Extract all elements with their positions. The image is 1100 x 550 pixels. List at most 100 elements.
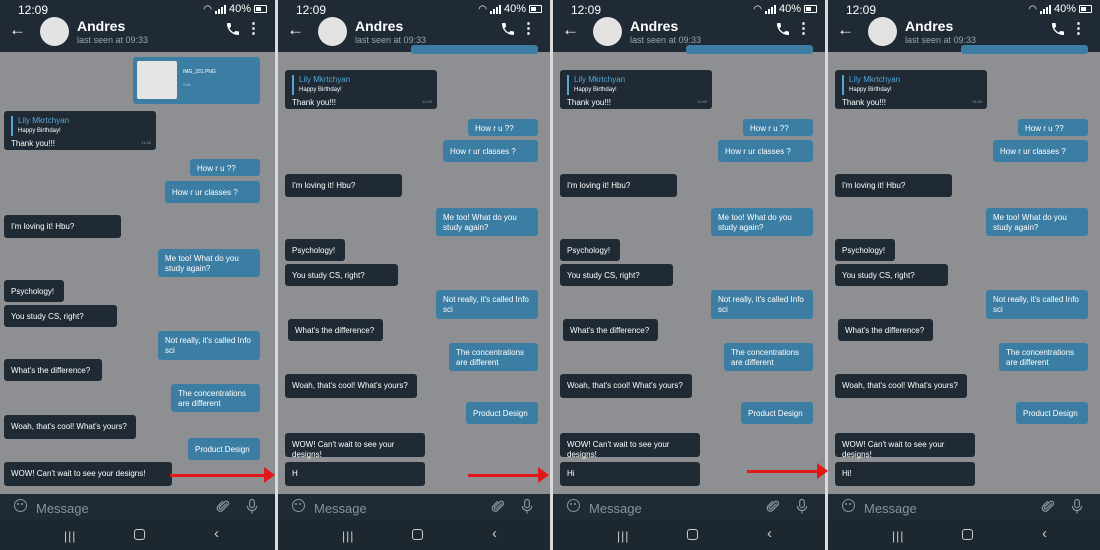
message-bubble[interactable]: Woah, that's cool! What's yours? [285,374,417,398]
back-arrow-icon[interactable]: ← [562,21,579,38]
more-options-icon[interactable]: ⋮ [796,19,811,37]
message-bubble[interactable]: Me too! What do you study again? [986,208,1088,236]
message-bubble[interactable]: Product Design [741,402,813,424]
reply-message[interactable]: Lily Mkrtchyan Happy Birthday! Thank you… [285,70,437,109]
home-icon[interactable] [412,529,423,540]
nav-back-icon[interactable]: ‹ [1042,525,1047,542]
message-bubble[interactable]: Woah, that's cool! What's yours? [4,415,136,439]
phone-call-icon[interactable] [1050,21,1066,37]
microphone-icon[interactable] [520,498,534,515]
home-icon[interactable] [962,529,973,540]
message-bubble[interactable]: The concentrations are different [449,343,538,371]
message-bubble[interactable]: The concentrations are different [171,384,260,412]
message-bubble[interactable]: WOW! Can't wait to see your designs! [285,433,425,459]
quoted-reply[interactable]: Lily Mkrtchyan Happy Birthday! [567,75,705,95]
contact-name[interactable]: Andres [355,18,403,34]
reply-message[interactable]: Lily Mkrtchyan Happy Birthday! Thank you… [835,70,987,109]
more-options-icon[interactable]: ⋮ [1071,19,1086,37]
emoji-icon[interactable] [567,499,580,512]
message-bubble[interactable]: The concentrations are different [999,343,1088,371]
more-options-icon[interactable]: ⋮ [246,19,261,37]
message-bubble[interactable]: You study CS, right? [4,305,117,327]
recent-apps-icon[interactable]: ||| [617,529,629,543]
quoted-reply[interactable]: Lily Mkrtchyan Happy Birthday! [11,116,149,136]
message-bubble[interactable]: How r ur classes ? [165,181,260,203]
nav-back-icon[interactable]: ‹ [492,525,497,542]
message-bubble[interactable]: WOW! Can't wait to see your designs! [560,433,700,459]
message-input[interactable]: Message [314,501,367,516]
contact-name[interactable]: Andres [905,18,953,34]
recent-apps-icon[interactable]: ||| [64,529,76,543]
message-bubble[interactable]: WOW! Can't wait to see your designs! [4,462,172,486]
message-bubble[interactable]: Psychology! [835,239,895,261]
image-message[interactable]: IMG_331.PNG 0.6b [133,57,260,104]
message-bubble[interactable]: Not really, it's called Info sci [986,290,1088,319]
microphone-icon[interactable] [245,498,259,515]
avatar[interactable] [868,17,897,46]
message-bubble[interactable]: What's the difference? [838,319,933,341]
quoted-reply[interactable]: Lily Mkrtchyan Happy Birthday! [842,75,980,95]
message-bubble[interactable]: What's the difference? [563,319,658,341]
message-bubble[interactable]: Woah, that's cool! What's yours? [560,374,692,398]
emoji-icon[interactable] [14,499,27,512]
paperclip-icon[interactable] [1041,499,1056,514]
message-bubble[interactable]: I'm loving it! Hbu? [285,174,402,197]
emoji-icon[interactable] [842,499,855,512]
message-bubble[interactable]: WOW! Can't wait to see your designs! [835,433,975,459]
new-message-bubble[interactable]: Hi! [835,462,975,486]
back-arrow-icon[interactable]: ← [287,21,304,38]
reply-message[interactable]: Lily Mkrtchyan Happy Birthday! Thank you… [560,70,712,109]
message-bubble[interactable]: How r ur classes ? [993,140,1088,162]
message-bubble[interactable]: Me too! What do you study again? [158,249,260,277]
message-bubble[interactable]: How r u ?? [743,119,813,136]
message-bubble[interactable]: Me too! What do you study again? [711,208,813,236]
phone-call-icon[interactable] [225,21,241,37]
message-bubble[interactable]: How r u ?? [468,119,538,136]
message-bubble[interactable]: Psychology! [560,239,620,261]
message-bubble[interactable]: How r ur classes ? [443,140,538,162]
recent-apps-icon[interactable]: ||| [342,529,354,543]
phone-call-icon[interactable] [775,21,791,37]
contact-name[interactable]: Andres [77,18,125,34]
microphone-icon[interactable] [795,498,809,515]
message-bubble[interactable]: I'm loving it! Hbu? [4,215,121,238]
message-bubble[interactable]: Psychology! [285,239,345,261]
message-bubble[interactable]: The concentrations are different [724,343,813,371]
message-bubble[interactable]: I'm loving it! Hbu? [560,174,677,197]
message-bubble[interactable]: You study CS, right? [835,264,948,286]
image-thumbnail[interactable] [137,61,177,99]
reply-message[interactable]: Lily Mkrtchyan Happy Birthday! Thank you… [4,111,156,150]
message-bubble[interactable]: What's the difference? [4,359,102,381]
message-bubble[interactable]: Not really, it's called Info sci [711,290,813,319]
message-bubble[interactable]: Product Design [1016,402,1088,424]
paperclip-icon[interactable] [491,499,506,514]
contact-name[interactable]: Andres [630,18,678,34]
new-message-bubble[interactable]: Hi [560,462,700,486]
avatar[interactable] [593,17,622,46]
image-message[interactable] [411,45,538,54]
message-bubble[interactable]: What's the difference? [288,319,383,341]
more-options-icon[interactable]: ⋮ [521,19,536,37]
back-arrow-icon[interactable]: ← [9,21,26,38]
message-bubble[interactable]: You study CS, right? [285,264,398,286]
paperclip-icon[interactable] [216,499,231,514]
avatar[interactable] [40,17,69,46]
message-input[interactable]: Message [589,501,642,516]
message-bubble[interactable]: Not really, it's called Info sci [158,331,260,360]
recent-apps-icon[interactable]: ||| [892,529,904,543]
message-bubble[interactable]: Product Design [466,402,538,424]
message-bubble[interactable]: Me too! What do you study again? [436,208,538,236]
image-message[interactable] [961,45,1088,54]
message-bubble[interactable]: You study CS, right? [560,264,673,286]
message-bubble[interactable]: I'm loving it! Hbu? [835,174,952,197]
message-bubble[interactable]: Woah, that's cool! What's yours? [835,374,967,398]
nav-back-icon[interactable]: ‹ [767,525,772,542]
paperclip-icon[interactable] [766,499,781,514]
message-bubble[interactable]: Psychology! [4,280,64,302]
new-message-bubble[interactable]: H [285,462,425,486]
home-icon[interactable] [687,529,698,540]
emoji-icon[interactable] [292,499,305,512]
avatar[interactable] [318,17,347,46]
message-input[interactable]: Message [864,501,917,516]
message-bubble[interactable]: Product Design [188,438,260,460]
